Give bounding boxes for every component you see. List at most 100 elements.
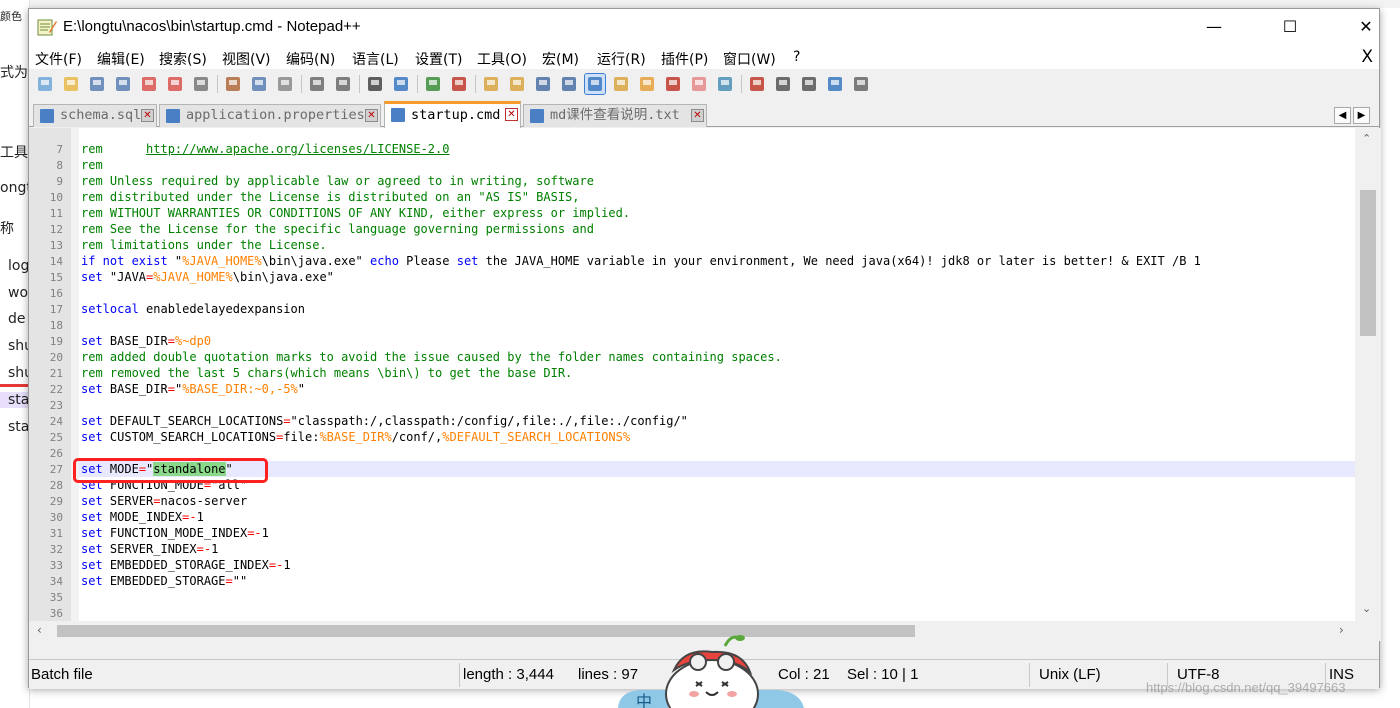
redo-icon[interactable]: [333, 74, 353, 94]
code-line[interactable]: set BASE_DIR=%~dp0: [81, 334, 211, 348]
scroll-left-icon[interactable]: ‹: [37, 623, 42, 637]
code-line[interactable]: rem http://www.apache.org/licenses/LICEN…: [81, 142, 449, 156]
code-line[interactable]: if not exist "%JAVA_HOME%\bin\java.exe" …: [81, 254, 1201, 268]
tab-close-icon[interactable]: ✕: [691, 109, 704, 122]
sync-horizontal-icon[interactable]: [507, 74, 527, 94]
line-number: 18: [49, 319, 63, 332]
menu-search[interactable]: 搜索(S): [159, 49, 207, 69]
paste-icon[interactable]: [275, 74, 295, 94]
maximize-button[interactable]: ☐: [1267, 9, 1313, 45]
tab-scroll-left-icon[interactable]: ◀: [1334, 107, 1351, 124]
code-line[interactable]: rem added double quotation marks to avoi…: [81, 350, 782, 364]
print-icon[interactable]: [191, 74, 211, 94]
tab-close-icon[interactable]: ✕: [141, 109, 154, 122]
replace-icon[interactable]: [391, 74, 411, 94]
menu-macro[interactable]: 宏(M): [542, 49, 579, 69]
status-eol: Unix (LF): [1039, 666, 1101, 683]
background-app-item: log: [8, 258, 30, 274]
menu-window[interactable]: 窗口(W): [723, 49, 776, 69]
tab-close-icon[interactable]: ✕: [365, 109, 378, 122]
zoom-out-icon[interactable]: [449, 74, 469, 94]
title-bar[interactable]: E:\longtu\nacos\bin\startup.cmd - Notepa…: [29, 9, 1379, 45]
cut-icon[interactable]: [223, 74, 243, 94]
vertical-scrollbar[interactable]: ⌃ ⌄: [1355, 128, 1381, 621]
indent-guide-icon[interactable]: [584, 73, 606, 95]
close-document-button[interactable]: X: [1361, 47, 1373, 67]
tab-application-properties[interactable]: application.properties ✕: [159, 104, 381, 127]
toolbar-separator: [741, 75, 742, 93]
code-line[interactable]: set DEFAULT_SEARCH_LOCATIONS="classpath:…: [81, 414, 688, 428]
code-line[interactable]: rem See the License for the specific lan…: [81, 222, 594, 236]
tab-close-icon[interactable]: ✕: [505, 108, 518, 121]
menu-tools[interactable]: 工具(O): [477, 49, 527, 69]
code-line[interactable]: rem limitations under the License.: [81, 238, 327, 252]
scroll-up-icon[interactable]: ⌃: [1362, 132, 1371, 145]
tab-schema-sql[interactable]: schema.sql ✕: [33, 104, 157, 127]
sync-vertical-icon[interactable]: [481, 74, 501, 94]
code-line[interactable]: rem Unless required by applicable law or…: [81, 174, 594, 188]
undo-icon[interactable]: [307, 74, 327, 94]
editor[interactable]: 7 8 9 10 11 12 13 14 15 16 17 18 19 20 21 22 23 24 25 26 27 2…: [29, 128, 1381, 641]
run-macro-multiple-icon[interactable]: [825, 74, 845, 94]
show-all-chars-icon[interactable]: [559, 74, 579, 94]
menu-encoding[interactable]: 编码(N): [286, 49, 335, 69]
menu-file[interactable]: 文件(F): [35, 49, 82, 69]
menu-run[interactable]: 运行(R): [597, 49, 646, 69]
code-line[interactable]: set EMBEDDED_STORAGE="": [81, 574, 247, 588]
close-window-button[interactable]: ✕: [1343, 9, 1389, 45]
scroll-down-icon[interactable]: ⌄: [1362, 602, 1371, 615]
code-line[interactable]: rem removed the last 5 chars(which means…: [81, 366, 572, 380]
save-macro-icon[interactable]: [851, 74, 871, 94]
code-line[interactable]: set "JAVA=%JAVA_HOME%\bin\java.exe": [81, 270, 334, 284]
vertical-scroll-thumb[interactable]: [1360, 190, 1376, 336]
code-line[interactable]: set SERVER_INDEX=-1: [81, 542, 218, 556]
menu-settings[interactable]: 设置(T): [415, 49, 462, 69]
menu-plugins[interactable]: 插件(P): [661, 49, 708, 69]
code-line[interactable]: rem: [81, 158, 103, 172]
code-line[interactable]: set BASE_DIR="%BASE_DIR:~0,-5%": [81, 382, 305, 396]
code-line[interactable]: rem distributed under the License is dis…: [81, 190, 580, 204]
tab-scroll-right-icon[interactable]: ▶: [1353, 107, 1370, 124]
background-app-item: sta: [8, 419, 30, 435]
tab-md-readme-txt[interactable]: md课件查看说明.txt ✕: [523, 104, 707, 127]
close-all-icon[interactable]: [165, 74, 185, 94]
code-line[interactable]: set EMBEDDED_STORAGE_INDEX=-1: [81, 558, 291, 572]
code-line[interactable]: set MODE_INDEX=-1: [81, 510, 204, 524]
play-macro-icon[interactable]: [799, 74, 819, 94]
doc-map-icon[interactable]: [637, 74, 657, 94]
line-number: 14: [49, 255, 63, 268]
menu-language[interactable]: 语言(L): [352, 49, 399, 69]
line-number: 13: [49, 239, 63, 252]
code-line[interactable]: setlocal enabledelayedexpansion: [81, 302, 305, 316]
scroll-right-icon[interactable]: ›: [1339, 623, 1344, 637]
menu-edit[interactable]: 编辑(E): [97, 49, 145, 69]
stop-macro-icon[interactable]: [773, 74, 793, 94]
code-line[interactable]: set SERVER=nacos-server: [81, 494, 247, 508]
fold-margin[interactable]: [71, 128, 79, 621]
close-icon[interactable]: [139, 74, 159, 94]
code-line[interactable]: set CUSTOM_SEARCH_LOCATIONS=file:%BASE_D…: [81, 430, 630, 444]
code-line[interactable]: set FUNCTION_MODE_INDEX=-1: [81, 526, 269, 540]
find-icon[interactable]: [365, 74, 385, 94]
menu-help[interactable]: ?: [793, 49, 800, 65]
user-language-icon[interactable]: [611, 74, 631, 94]
background-app-item: 颜色: [0, 10, 22, 23]
tab-startup-cmd[interactable]: startup.cmd ✕: [384, 101, 521, 128]
minimize-button[interactable]: —: [1191, 9, 1237, 45]
record-macro-icon[interactable]: [747, 74, 767, 94]
save-icon[interactable]: [87, 74, 107, 94]
copy-icon[interactable]: [249, 74, 269, 94]
function-list-icon[interactable]: [663, 74, 683, 94]
open-file-icon[interactable]: [61, 74, 81, 94]
folder-workspace-icon[interactable]: [689, 74, 709, 94]
line-number: 10: [49, 191, 63, 204]
menu-view[interactable]: 视图(V): [222, 49, 271, 69]
save-all-icon[interactable]: [113, 74, 133, 94]
word-wrap-icon[interactable]: [533, 74, 553, 94]
zoom-in-icon[interactable]: [423, 74, 443, 94]
code-line[interactable]: rem WITHOUT WARRANTIES OR CONDITIONS OF …: [81, 206, 630, 220]
line-number: 15: [49, 271, 63, 284]
new-file-icon[interactable]: [35, 74, 55, 94]
monitoring-icon[interactable]: [715, 74, 735, 94]
line-number: 16: [49, 287, 63, 300]
